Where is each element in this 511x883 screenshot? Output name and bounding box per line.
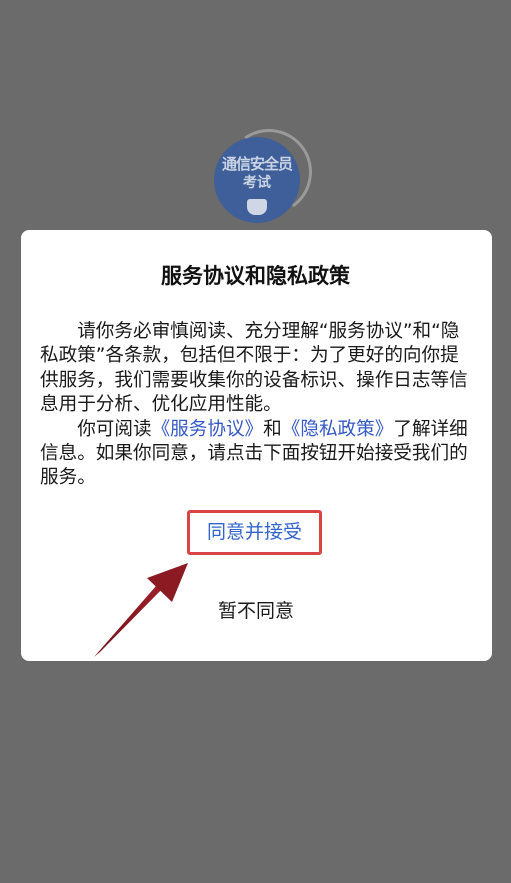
- annotation-arrow: [94, 563, 188, 657]
- arrow-shaft: [94, 578, 168, 657]
